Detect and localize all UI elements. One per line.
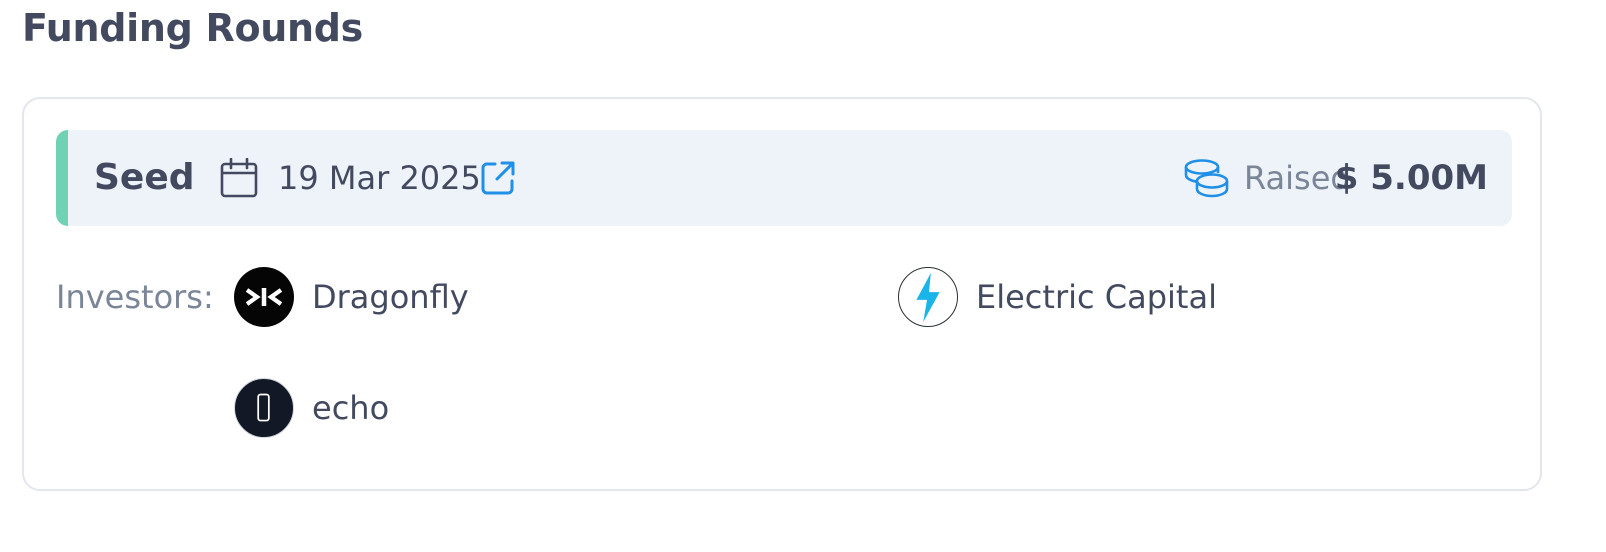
funding-rounds-page: Funding Rounds Seed 19 Mar 2025 Raised $… <box>0 0 1606 552</box>
investor-name: Electric Capital <box>976 278 1217 316</box>
investor-name: echo <box>312 389 390 427</box>
investor-name: Dragonfly <box>312 278 469 316</box>
dragonfly-logo-icon <box>234 267 294 327</box>
investor-echo[interactable]: echo <box>234 378 389 438</box>
electric-capital-logo-icon <box>898 267 958 327</box>
raised-amount: $ 5.00M <box>1334 158 1488 198</box>
round-accent-bar <box>56 130 68 226</box>
investor-electric-capital[interactable]: Electric Capital <box>898 267 1217 327</box>
funding-round-card: Seed 19 Mar 2025 Raised $ 5.00M Investor… <box>22 97 1542 491</box>
round-date: 19 Mar 2025 <box>278 159 481 197</box>
external-link-icon[interactable] <box>480 160 516 196</box>
section-title: Funding Rounds <box>22 6 363 50</box>
investor-dragonfly[interactable]: Dragonfly <box>234 267 469 327</box>
round-header: Seed 19 Mar 2025 Raised $ 5.00M <box>56 130 1512 226</box>
echo-logo-icon <box>234 378 294 438</box>
calendar-icon <box>220 158 258 198</box>
investors-label: Investors: <box>56 278 214 316</box>
coins-icon <box>1184 159 1229 198</box>
round-name: Seed <box>94 157 195 198</box>
